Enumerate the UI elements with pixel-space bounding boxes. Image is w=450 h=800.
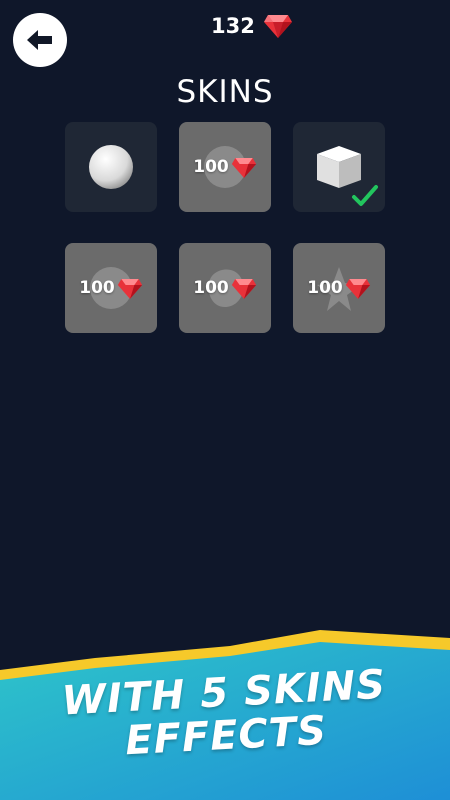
skins-screen: 132 SKINS 100 100 100 100 WITH 5 SKINS E… — [0, 0, 450, 800]
skin-cell-locked[interactable]: 100 — [65, 243, 157, 333]
price-tag: 100 — [65, 243, 157, 333]
ruby-gem-icon — [117, 278, 142, 299]
price-label: 100 — [79, 278, 115, 298]
skin-cell-cube-selected[interactable] — [293, 122, 385, 212]
price-label: 100 — [307, 278, 343, 298]
back-button[interactable] — [13, 13, 67, 67]
price-tag: 100 — [179, 122, 271, 212]
skin-cell-locked[interactable]: 100 — [293, 243, 385, 333]
price-label: 100 — [193, 278, 229, 298]
skin-cell-sphere-white[interactable] — [65, 122, 157, 212]
ruby-gem-icon — [231, 278, 256, 299]
arrow-left-icon — [27, 30, 52, 50]
ruby-gem-icon — [231, 157, 256, 178]
sphere-skin-icon — [89, 145, 133, 189]
check-icon — [352, 185, 378, 206]
skin-cell-locked[interactable]: 100 — [179, 122, 271, 212]
price-label: 100 — [193, 157, 229, 177]
gem-counter: 132 — [211, 10, 293, 42]
skin-cell-locked[interactable]: 100 — [179, 243, 271, 333]
gem-count: 132 — [211, 14, 255, 38]
page-title: SKINS — [176, 74, 274, 110]
price-tag: 100 — [179, 243, 271, 333]
ruby-gem-icon — [263, 15, 292, 38]
price-tag: 100 — [293, 243, 385, 333]
ruby-gem-icon — [345, 278, 370, 299]
